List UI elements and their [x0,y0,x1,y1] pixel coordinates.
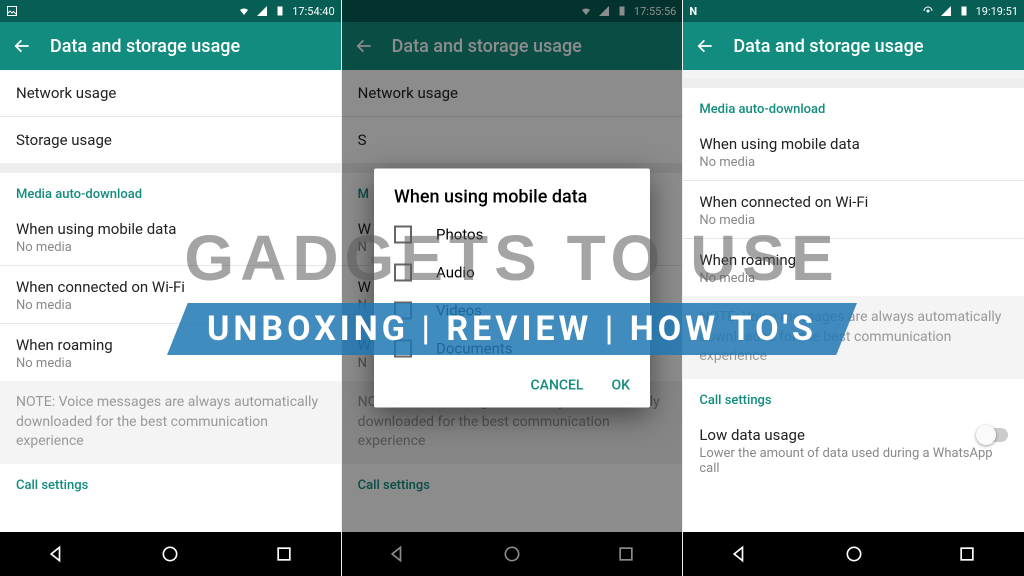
phone-right: N 19:19:51 Data and storage usage Media … [683,0,1024,576]
item-title: When using mobile data [699,135,1008,153]
nav-back-icon[interactable] [47,544,67,564]
item-title: When roaming [699,251,1008,269]
nav-recents-icon[interactable] [274,544,294,564]
item-title: Low data usage [699,426,1008,444]
checkbox-icon[interactable] [394,226,412,244]
calls-section-header: Call settings [0,464,341,499]
item-title: When using mobile data [16,220,325,238]
option-photos[interactable]: Photos [374,216,650,254]
media-section-header: Media auto-download [0,173,341,208]
battery-icon [274,5,286,17]
option-label: Documents [436,340,513,358]
option-documents[interactable]: Documents [374,330,650,368]
nav-recents-icon[interactable] [957,544,977,564]
item-title: When connected on Wi-Fi [16,278,325,296]
mobile-data-item[interactable]: When using mobile data No media [683,123,1024,180]
calls-section-header: Call settings [683,379,1024,414]
low-data-item[interactable]: Low data usage Lower the amount of data … [683,414,1024,486]
status-time: 17:54:40 [292,5,334,18]
hotspot-icon [922,5,934,17]
mobile-data-dialog: When using mobile data Photos Audio Vide… [374,169,650,408]
item-subtitle: No media [699,271,1008,286]
item-subtitle: No media [16,240,325,255]
option-audio[interactable]: Audio [374,254,650,292]
voice-note: NOTE: Voice messages are always automati… [0,381,341,464]
option-label: Videos [436,302,482,320]
checkbox-icon[interactable] [394,264,412,282]
phone-middle: 17:55:56 Data and storage usage Network … [342,0,684,576]
item-subtitle: No media [16,298,325,313]
nav-home-icon[interactable] [160,544,180,564]
back-icon[interactable] [12,36,32,56]
checkbox-icon[interactable] [394,340,412,358]
signal-icon [940,5,952,17]
wifi-item[interactable]: When connected on Wi-Fi No media [0,266,341,323]
item-subtitle: Lower the amount of data used during a W… [699,446,1008,476]
nav-home-icon[interactable] [844,544,864,564]
item-title: When roaming [16,336,325,354]
status-time: 19:19:51 [976,5,1018,18]
nav-back-icon[interactable] [730,544,750,564]
low-data-toggle[interactable] [978,428,1008,442]
nav-bar [0,532,341,576]
storage-usage-item[interactable]: Storage usage [0,117,341,163]
app-bar: Data and storage usage [0,22,341,70]
option-label: Audio [436,264,475,282]
item-subtitle: No media [699,155,1008,170]
back-icon[interactable] [695,36,715,56]
mobile-data-item[interactable]: When using mobile data No media [0,208,341,265]
wifi-item[interactable]: When connected on Wi-Fi No media [683,181,1024,238]
voice-note: NOTE: Voice messages are always automati… [683,296,1024,379]
signal-icon [256,5,268,17]
roaming-item[interactable]: When roaming No media [0,324,341,381]
page-title: Data and storage usage [50,36,240,57]
ok-button[interactable]: OK [612,378,631,394]
network-usage-item[interactable]: Network usage [0,70,341,116]
page-title: Data and storage usage [733,36,923,57]
media-section-header: Media auto-download [683,88,1024,123]
n-icon: N [689,5,697,18]
settings-list[interactable]: Network usage Storage usage Media auto-d… [0,70,341,532]
cancel-button[interactable]: CANCEL [531,378,584,394]
checkbox-icon[interactable] [394,302,412,320]
dialog-title: When using mobile data [374,169,650,216]
nav-bar [683,532,1024,576]
item-title: When connected on Wi-Fi [699,193,1008,211]
image-icon [6,5,18,17]
battery-icon [958,5,970,17]
option-videos[interactable]: Videos [374,292,650,330]
item-subtitle: No media [16,356,325,371]
wifi-icon [238,5,250,17]
status-bar: 17:54:40 [0,0,341,22]
status-bar: N 19:19:51 [683,0,1024,22]
phone-left: 17:54:40 Data and storage usage Network … [0,0,342,576]
item-subtitle: No media [699,213,1008,228]
roaming-item[interactable]: When roaming No media [683,239,1024,296]
option-label: Photos [436,226,483,244]
settings-list[interactable]: Media auto-download When using mobile da… [683,70,1024,532]
app-bar: Data and storage usage [683,22,1024,70]
